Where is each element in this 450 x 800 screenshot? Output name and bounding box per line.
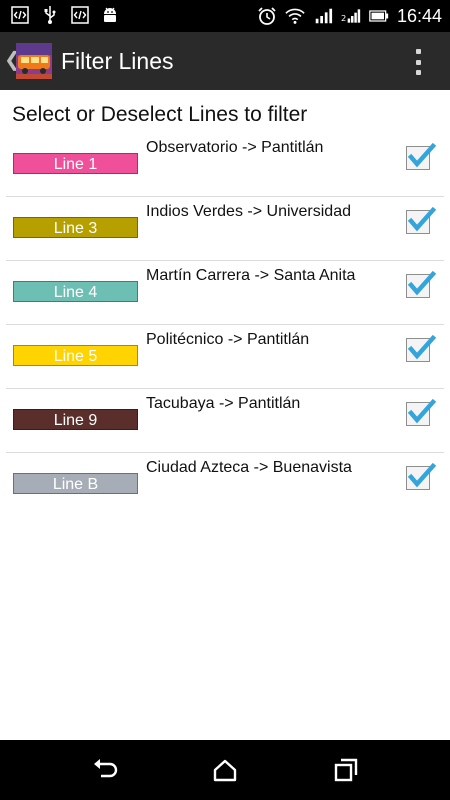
filter-lines-screen: 2 16:44 ❮ Filter Lines Select or Deselec… <box>0 0 450 800</box>
status-bar: 2 16:44 <box>0 0 450 32</box>
checkmark-icon <box>407 142 436 168</box>
line-checkbox[interactable] <box>406 270 436 298</box>
line-badge: Line 3 <box>13 217 138 238</box>
line-checkbox[interactable] <box>406 462 436 490</box>
line-route: Indios Verdes -> Universidad <box>146 203 351 220</box>
usb-icon <box>40 5 60 25</box>
checkmark-icon <box>407 398 436 424</box>
line-row-line-b[interactable]: Line B Ciudad Azteca -> Buenavista <box>6 453 444 517</box>
wifi-icon <box>285 6 305 26</box>
overflow-menu-icon[interactable] <box>414 49 422 75</box>
line-route: Politécnico -> Pantitlán <box>146 331 310 348</box>
code-notification-icon <box>10 5 30 25</box>
line-row-line-4[interactable]: Line 4 Martín Carrera -> Santa Anita <box>6 261 444 325</box>
status-time: 16:44 <box>396 6 442 26</box>
line-badge: Line 4 <box>13 281 138 302</box>
line-route: Ciudad Azteca -> Buenavista <box>146 459 352 476</box>
checkmark-icon <box>407 334 436 360</box>
app-logo-icon[interactable] <box>16 43 52 79</box>
navigation-bar <box>0 740 450 800</box>
line-row-line-9[interactable]: Line 9 Tacubaya -> Pantitlán <box>6 389 444 453</box>
signal-icon <box>313 6 333 26</box>
checkmark-icon <box>407 206 436 232</box>
line-row-line-5[interactable]: Line 5 Politécnico -> Pantitlán <box>6 325 444 389</box>
svg-text:2: 2 <box>341 13 346 23</box>
line-route: Observatorio -> Pantitlán <box>146 139 324 156</box>
line-row-line-1[interactable]: Line 1 Observatorio -> Pantitlán <box>6 133 444 197</box>
line-route: Tacubaya -> Pantitlán <box>146 395 301 412</box>
screen-title: Filter Lines <box>61 48 174 74</box>
filter-instruction: Select or Deselect Lines to filter <box>12 103 308 126</box>
line-checkbox[interactable] <box>406 206 436 234</box>
checkmark-icon <box>407 462 436 488</box>
line-route: Martín Carrera -> Santa Anita <box>146 267 356 284</box>
alarm-icon <box>257 6 277 26</box>
line-checkbox[interactable] <box>406 142 436 170</box>
recent-apps-icon[interactable] <box>333 758 359 782</box>
checkmark-icon <box>407 270 436 296</box>
line-badge: Line B <box>13 473 138 494</box>
line-badge: Line 5 <box>13 345 138 366</box>
data-signal-icon: 2 <box>341 6 361 26</box>
line-badge: Line 9 <box>13 409 138 430</box>
back-icon[interactable] <box>92 758 118 782</box>
line-checkbox[interactable] <box>406 334 436 362</box>
android-debug-icon <box>100 5 120 25</box>
action-bar: ❮ Filter Lines <box>0 32 450 90</box>
line-badge: Line 1 <box>13 153 138 174</box>
home-icon[interactable] <box>212 758 238 782</box>
line-row-line-3[interactable]: Line 3 Indios Verdes -> Universidad <box>6 197 444 261</box>
battery-icon <box>369 6 389 26</box>
line-checkbox[interactable] <box>406 398 436 426</box>
code-notification-icon <box>70 5 90 25</box>
